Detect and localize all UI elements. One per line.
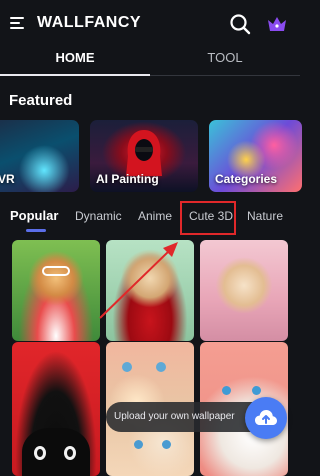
- category-tab-indicator: [26, 229, 46, 232]
- crown-icon[interactable]: [266, 14, 288, 34]
- black-cat-shape: [22, 428, 90, 476]
- cloud-upload-icon: [255, 410, 277, 425]
- wallpaper-tile[interactable]: [12, 342, 100, 476]
- cat-eye: [64, 446, 76, 460]
- active-tab-indicator: [0, 74, 150, 76]
- wallpaper-tile[interactable]: [200, 240, 288, 341]
- featured-card-vr[interactable]: VR: [0, 120, 79, 192]
- tab-home[interactable]: HOME: [0, 50, 150, 65]
- eye-shape: [162, 440, 171, 449]
- hooded-figure-image: [126, 130, 162, 176]
- sunglasses-shape: [42, 266, 70, 276]
- tab-nature[interactable]: Nature: [247, 209, 283, 223]
- tab-divider: [150, 75, 300, 76]
- menu-icon[interactable]: [10, 17, 24, 29]
- top-tab-bar: HOME TOOL: [0, 48, 300, 76]
- upload-wallpaper-button[interactable]: [245, 397, 287, 439]
- wallpaper-tile[interactable]: [106, 240, 194, 341]
- featured-card-label: AI Painting: [96, 172, 159, 186]
- search-icon[interactable]: [229, 13, 251, 35]
- featured-title: Featured: [9, 92, 73, 109]
- eye-shape: [156, 362, 166, 372]
- app-title: WALLFANCY: [37, 14, 142, 31]
- eye-shape: [222, 386, 231, 395]
- wallpaper-tile[interactable]: [12, 240, 100, 341]
- eye-shape: [122, 362, 132, 372]
- tab-anime[interactable]: Anime: [138, 209, 172, 223]
- cat-eye: [34, 446, 46, 460]
- tab-dynamic[interactable]: Dynamic: [75, 209, 122, 223]
- featured-card-ai-painting[interactable]: AI Painting: [90, 120, 198, 192]
- highlight-annotation-box: [180, 201, 236, 235]
- category-tab-bar: Popular Dynamic Anime Cute 3D Nature: [0, 203, 300, 235]
- featured-card-label: Categories: [215, 172, 278, 186]
- eye-shape: [134, 440, 143, 449]
- tab-tool[interactable]: TOOL: [150, 50, 300, 65]
- featured-card-categories[interactable]: Categories: [209, 120, 302, 192]
- tab-popular[interactable]: Popular: [10, 208, 58, 223]
- eye-shape: [252, 386, 261, 395]
- featured-card-label: VR: [0, 172, 15, 186]
- upload-text: Upload your own wallpaper: [114, 411, 235, 422]
- app-header: WALLFANCY: [0, 0, 300, 48]
